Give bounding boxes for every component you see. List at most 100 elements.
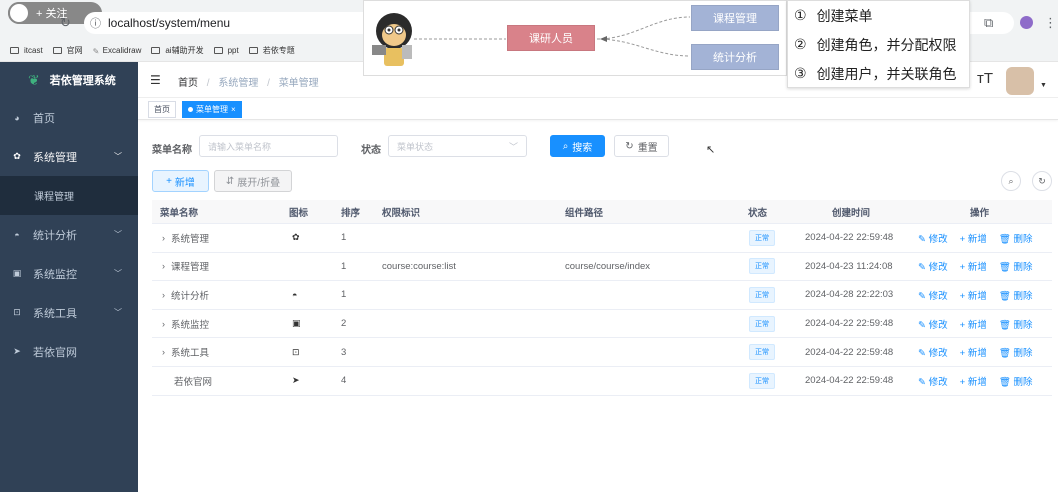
chevron-right-icon[interactable]: › [162, 261, 165, 271]
bookmark[interactable]: ppt [213, 46, 239, 55]
menu-name-cell[interactable]: › 课程管理 [162, 253, 209, 281]
sidebar-item-home[interactable]: ◕ 首页 [0, 98, 138, 137]
sidebar-item-system[interactable]: ✿ 系统管理 ﹀ [0, 137, 138, 176]
status-select[interactable]: 菜单状态 ﹀ [388, 135, 527, 157]
hamburger-icon[interactable]: ☰ [150, 73, 161, 87]
ops-cell: ✎ 修改 + 新增 🗑 删除 [918, 253, 1045, 281]
sidebar-item-monitor[interactable]: ▣ 系统监控 ﹀ [0, 254, 138, 293]
more-icon[interactable]: ⋮ [1044, 15, 1057, 31]
created-cell: 2024-04-28 22:22:03 [805, 289, 894, 301]
expand-collapse-button[interactable]: ⇵ 展开/折叠 [214, 170, 292, 192]
menu-name-cell[interactable]: › 系统工具 [162, 338, 209, 366]
add-button[interactable]: + 新增 [960, 231, 987, 245]
refresh-table-button[interactable]: ↻ [1032, 171, 1052, 191]
chevron-right-icon[interactable]: › [162, 233, 165, 243]
column-header: 排序 [341, 207, 361, 219]
extensions-icon[interactable]: ⧉ [984, 15, 993, 31]
tag-menu-management[interactable]: 菜单管理 × [182, 101, 242, 118]
app-title: 若依管理系统 [49, 75, 116, 87]
table-row: 若依官网 ➤ 4 正常 2024-04-22 22:59:48 ✎ 修改 + 新… [152, 367, 1052, 396]
tag-home[interactable]: 首页 [148, 101, 176, 118]
reset-button[interactable]: ↻ 重置 [614, 135, 669, 157]
delete-button[interactable]: 🗑 删除 [999, 374, 1033, 388]
user-avatar[interactable] [1006, 67, 1034, 95]
step-item: ② 创建角色，并分配权限 [794, 36, 957, 53]
bookmark[interactable]: 官网 [52, 45, 83, 56]
menu-name-cell[interactable]: › 系统监控 [162, 310, 209, 338]
connector-line [596, 38, 691, 57]
monitor-icon: ▣ [292, 318, 301, 329]
sidebar-item-statistics[interactable]: ◓ 统计分析 ﹀ [0, 215, 138, 254]
created-cell: 2024-04-22 22:59:48 [805, 375, 894, 387]
column-header: 操作 [970, 207, 990, 219]
sidebar-item-website[interactable]: ➤ 若依官网 [0, 332, 138, 371]
arrow-head [600, 36, 607, 42]
tags-view: 首页 菜单管理 × [138, 98, 1058, 120]
edit-button[interactable]: ✎ 修改 [918, 288, 948, 302]
menu-name-cell[interactable]: › 系统管理 [162, 224, 209, 252]
menu-icon-cell: ⊡ [292, 338, 300, 366]
table-row: › 系统管理 ✿ 1 正常 2024-04-22 22:59:48 ✎ 修改 + … [152, 224, 1052, 253]
menu-table: 菜单名称 图标 排序 权限标识 组件路径 状态 创建时间 操作 › 系统管理 ✿ … [152, 200, 1052, 396]
column-header: 组件路径 [565, 207, 604, 219]
table-body: › 系统管理 ✿ 1 正常 2024-04-22 22:59:48 ✎ 修改 + … [152, 224, 1052, 396]
caret-down-icon[interactable]: ▼ [1040, 82, 1047, 89]
reload-icon[interactable]: ↻ [60, 15, 71, 31]
perm-cell: course:course:list [382, 260, 456, 272]
close-icon[interactable]: × [231, 105, 236, 114]
menu-icon-cell: ➤ [292, 367, 300, 395]
dashboard-icon: ◕ [14, 112, 20, 123]
menu-name-input[interactable]: 请输入菜单名称 [199, 135, 338, 157]
edit-button[interactable]: ✎ 修改 [918, 345, 948, 359]
gauge-icon: ◓ [14, 229, 20, 240]
add-button[interactable]: + 新增 [960, 345, 987, 359]
add-button[interactable]: + 新增 [960, 374, 987, 388]
add-menu-button[interactable]: + 新增 [152, 170, 209, 192]
bookmark[interactable]: ai辅助开发 [151, 45, 204, 56]
bookmark[interactable]: ✎ Excalidraw [93, 46, 142, 56]
avatar [8, 2, 30, 24]
menu-name-cell[interactable]: › 统计分析 [162, 281, 209, 309]
menu-name-cell[interactable]: 若依官网 [174, 367, 212, 395]
created-cell: 2024-04-22 22:59:48 [805, 318, 894, 330]
chevron-right-icon[interactable]: › [162, 290, 165, 300]
font-size-icon[interactable]: тT [977, 70, 993, 87]
toggle-search-button[interactable]: ⌕ [1001, 171, 1021, 191]
delete-button[interactable]: 🗑 删除 [999, 259, 1033, 273]
add-button[interactable]: + 新增 [960, 317, 987, 331]
ops-cell: ✎ 修改 + 新增 🗑 删除 [918, 281, 1045, 309]
edit-button[interactable]: ✎ 修改 [918, 317, 948, 331]
edit-button[interactable]: ✎ 修改 [918, 231, 948, 245]
chevron-right-icon[interactable]: › [162, 347, 165, 357]
search-button[interactable]: ⌕ 搜索 [550, 135, 605, 157]
monitor-icon: ▣ [12, 268, 22, 278]
bookmark[interactable]: itcast [10, 46, 43, 55]
delete-button[interactable]: 🗑 删除 [999, 288, 1033, 302]
status-cell: 正常 [749, 224, 775, 252]
sidebar-item-course[interactable]: 课程管理 [0, 176, 138, 215]
add-button[interactable]: + 新增 [960, 259, 987, 273]
breadcrumb-item: 系统管理 [218, 78, 259, 89]
delete-button[interactable]: 🗑 删除 [999, 345, 1033, 359]
status-badge: 正常 [749, 372, 775, 389]
add-button[interactable]: + 新增 [960, 288, 987, 302]
delete-button[interactable]: 🗑 删除 [999, 231, 1033, 245]
chevron-right-icon[interactable]: › [162, 319, 165, 329]
folder-icon [52, 46, 62, 54]
table-header: 菜单名称 图标 排序 权限标识 组件路径 状态 创建时间 操作 [152, 200, 1052, 224]
gauge-icon: ◓ [292, 289, 298, 300]
order-cell: 1 [341, 289, 347, 301]
edit-button[interactable]: ✎ 修改 [918, 374, 948, 388]
ops-cell: ✎ 修改 + 新增 🗑 删除 [918, 338, 1045, 366]
sidebar-item-tools[interactable]: ⊡ 系统工具 ﹀ [0, 293, 138, 332]
tutorial-diagram: 课研人员 课程管理 统计分析 [363, 0, 787, 76]
sidebar-logo[interactable]: ❦ 若依管理系统 [0, 62, 138, 98]
breadcrumb-item[interactable]: 首页 [178, 78, 198, 89]
created-cell: 2024-04-22 22:59:48 [805, 346, 894, 358]
profile-icon[interactable] [1020, 16, 1033, 29]
edit-button[interactable]: ✎ 修改 [918, 259, 948, 273]
delete-button[interactable]: 🗑 删除 [999, 317, 1033, 331]
site-info-icon[interactable]: ⓘ [90, 15, 101, 31]
bookmark[interactable]: 若依专题 [248, 45, 295, 56]
menu-name-label: 菜单名称 [152, 145, 192, 156]
